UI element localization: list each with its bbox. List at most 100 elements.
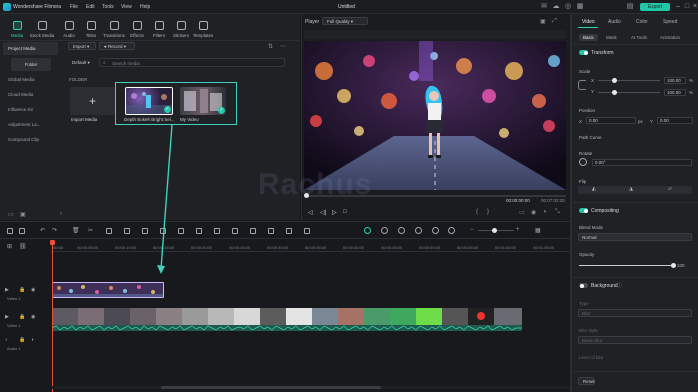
snapshot-timeline-icon[interactable] <box>448 227 455 234</box>
playhead-handle[interactable] <box>50 240 55 245</box>
sidebar-item-project-media[interactable]: Project Media <box>3 42 58 55</box>
mic-icon[interactable] <box>415 227 422 234</box>
menu-file[interactable]: File <box>70 4 78 10</box>
rotate-dial-icon[interactable] <box>579 158 587 166</box>
undo-icon[interactable]: ↶ <box>40 227 45 234</box>
link-track-icon[interactable]: ⛓ <box>19 243 27 250</box>
keyframe-icon[interactable] <box>196 228 202 234</box>
blur-style-select[interactable]: Basic Blur <box>578 336 692 344</box>
opacity-slider[interactable] <box>579 265 673 266</box>
maximize-icon[interactable]: □ <box>683 3 691 11</box>
add-track-icon[interactable]: ⊞ <box>7 243 12 250</box>
cut-icon[interactable]: ✂ <box>88 227 93 234</box>
tab-speed[interactable]: Speed <box>663 19 677 25</box>
playhead[interactable] <box>52 240 53 392</box>
timeline-audio-waveform[interactable] <box>52 325 522 331</box>
zoom-in-icon[interactable]: + <box>516 227 520 233</box>
stabilize-icon[interactable] <box>250 228 256 234</box>
rotate-field[interactable]: 0.00° <box>592 159 692 166</box>
timeline-clip-bokeh[interactable] <box>52 282 164 298</box>
background-toggle[interactable] <box>579 283 588 288</box>
grid-toggle-icon[interactable] <box>19 228 25 234</box>
ai-icon[interactable] <box>304 228 310 234</box>
lock-icon[interactable]: 🔒 <box>19 314 25 320</box>
scrollbar-thumb[interactable] <box>161 386 381 389</box>
new-folder-icon[interactable]: ▭ <box>8 211 14 218</box>
crop-icon[interactable] <box>106 228 112 234</box>
redo-icon[interactable]: ↷ <box>52 227 57 234</box>
save-icon[interactable]: ▤ <box>626 3 634 11</box>
flip-vertical-icon[interactable]: ◮ <box>629 186 633 192</box>
stop-icon[interactable]: □ <box>343 209 347 215</box>
layout-icon[interactable] <box>7 228 13 234</box>
menu-help[interactable]: Help <box>140 4 150 10</box>
scale-x-slider[interactable] <box>598 80 660 81</box>
flip-horizontal-icon[interactable]: ◭ <box>592 186 596 192</box>
import-media-tile[interactable]: + <box>70 87 116 115</box>
mark-in-icon[interactable]: { <box>476 209 478 215</box>
link-icon[interactable] <box>578 80 586 90</box>
lock-icon[interactable]: 🔒 <box>19 337 25 343</box>
marker-icon[interactable] <box>432 227 439 234</box>
export-button[interactable]: Export <box>640 3 670 11</box>
quality-dropdown[interactable]: Full Quality ▾ <box>322 17 368 25</box>
search-input[interactable]: ⌕ Search media <box>99 58 285 67</box>
timeline-grid-icon[interactable]: ▦ <box>535 227 541 234</box>
text-icon[interactable] <box>214 228 220 234</box>
eye-icon[interactable]: ◉ <box>31 314 35 320</box>
expand-icon[interactable]: ⤡ <box>555 209 560 216</box>
speed-icon[interactable] <box>124 228 130 234</box>
volume-icon[interactable]: ◖ <box>543 209 547 215</box>
reset-button[interactable]: Reset <box>578 377 595 385</box>
tab-audio-props[interactable]: Audio <box>608 19 621 25</box>
cloud-icon[interactable]: ☁ <box>552 3 560 11</box>
green-screen-icon[interactable] <box>268 228 274 234</box>
tab-video[interactable]: Video <box>582 19 595 25</box>
sidebar-item-compound-clip[interactable]: Compound Clip <box>3 133 58 146</box>
sort-dropdown[interactable]: Default ▾ <box>68 59 96 67</box>
compositing-toggle[interactable] <box>579 208 588 213</box>
message-icon[interactable]: ✉ <box>540 3 548 11</box>
camera-icon[interactable]: ◉ <box>531 209 536 216</box>
transform-toggle[interactable] <box>579 50 588 55</box>
close-icon[interactable]: × <box>691 3 698 11</box>
headset-icon[interactable]: ◎ <box>564 3 572 11</box>
blend-mode-select[interactable]: Normal <box>578 233 692 241</box>
render-icon[interactable] <box>398 227 405 234</box>
import-dropdown[interactable]: Import ▾ <box>68 42 96 50</box>
collapse-icon[interactable]: ‹ <box>60 211 62 217</box>
color-icon[interactable] <box>142 228 148 234</box>
display-icon[interactable]: ▭ <box>519 209 525 216</box>
record-dropdown[interactable]: ● Record ▾ <box>99 42 135 50</box>
sidebar-item-influence-kit[interactable]: Influence Kit <box>3 103 58 116</box>
menu-view[interactable]: View <box>121 4 132 10</box>
folder-icon[interactable]: ▣ <box>20 211 26 218</box>
tab-color[interactable]: Color <box>636 19 648 25</box>
scale-y-field[interactable]: 100.00 <box>664 89 686 96</box>
sidebar-item-global-media[interactable]: Global Media <box>3 73 58 86</box>
motion-icon[interactable] <box>286 228 292 234</box>
lock-icon[interactable]: 🔒 <box>19 287 25 293</box>
play-icon[interactable]: ▷ <box>332 209 337 216</box>
menu-tools[interactable]: Tools <box>102 4 114 10</box>
speaker-icon[interactable]: ◖ <box>31 337 34 343</box>
menu-edit[interactable]: Edit <box>86 4 95 10</box>
fullscreen-icon[interactable]: ⤢ <box>552 18 557 25</box>
delete-icon[interactable]: 🗑 <box>72 227 80 234</box>
zoom-out-icon[interactable]: − <box>470 227 474 233</box>
zoom-knob[interactable] <box>492 228 497 233</box>
scale-y-slider[interactable] <box>598 92 660 93</box>
magnet-icon[interactable] <box>381 227 388 234</box>
position-y-field[interactable]: 0.00 <box>657 117 693 124</box>
sidebar-item-folder[interactable]: Folder <box>11 58 51 71</box>
eye-icon[interactable]: ◉ <box>31 287 35 293</box>
subtab-animation[interactable]: Animation <box>656 34 684 41</box>
subtab-mask[interactable]: Mask <box>602 34 621 41</box>
scale-x-knob[interactable] <box>612 78 617 83</box>
sidebar-item-cloud-media[interactable]: Cloud Media <box>3 88 58 101</box>
mark-out-icon[interactable]: } <box>487 209 489 215</box>
grid-icon[interactable]: ▦ <box>576 3 584 11</box>
flip-reset-icon[interactable]: ▱ <box>668 186 672 192</box>
scale-x-field[interactable]: 100.00 <box>664 77 686 84</box>
prev-frame-icon[interactable]: ◁ <box>308 209 313 216</box>
